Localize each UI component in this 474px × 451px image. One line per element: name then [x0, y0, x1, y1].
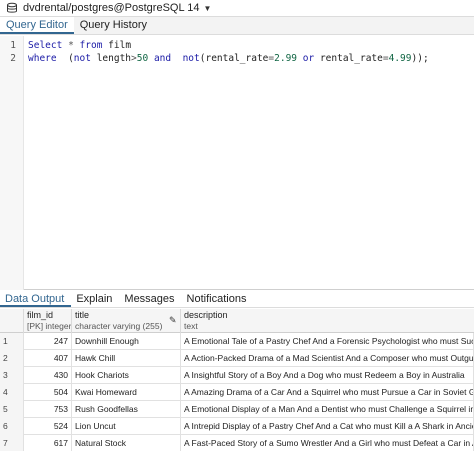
cell-description[interactable]: A Emotional Display of a Man And a Denti… [181, 401, 474, 418]
keyword: where [28, 53, 57, 64]
table-row[interactable]: 3 430 Hook Chariots A Insightful Story of a… [0, 367, 474, 384]
row-number[interactable]: 5 [0, 401, 24, 418]
identifier: rental_rate [319, 53, 383, 64]
cell-title[interactable]: Hook Chariots [72, 367, 181, 384]
cell-description[interactable]: A Amazing Drama of a Car And a Squirrel … [181, 384, 474, 401]
cell-film-id[interactable]: 504 [24, 384, 72, 401]
connection-title: dvdrental/postgres@PostgreSQL 14 [23, 2, 200, 14]
keyword: and [153, 53, 172, 64]
cell-description[interactable]: A Emotional Tale of a Pastry Chef And a … [181, 333, 474, 350]
cell-film-id[interactable]: 407 [24, 350, 72, 367]
keyword: not [73, 53, 91, 64]
output-tabs: Data Output Explain Messages Notificatio… [0, 291, 474, 308]
cell-title[interactable]: Hawk Chill [72, 350, 181, 367]
row-number-header [0, 309, 24, 333]
column-header-title[interactable]: title character varying (255) ✎ [72, 309, 181, 333]
tab-notifications[interactable]: Notifications [182, 291, 254, 307]
identifier: rental_rate [205, 53, 269, 64]
sql-editor[interactable]: 1 2 Select * from film where (not length… [0, 36, 474, 290]
cell-title[interactable]: Kwai Homeward [72, 384, 181, 401]
table-row[interactable]: 6 524 Lion Uncut A Intrepid Display of a Pa… [0, 418, 474, 435]
row-number[interactable]: 4 [0, 384, 24, 401]
cell-film-id[interactable]: 617 [24, 435, 72, 451]
number: 4.99 [388, 53, 412, 64]
operator: * [68, 40, 74, 51]
tab-data-output[interactable]: Data Output [0, 291, 72, 307]
results-grid[interactable]: film_id [PK] integer title character var… [0, 309, 474, 451]
table-row[interactable]: 4 504 Kwai Homeward A Amazing Drama of a Ca… [0, 384, 474, 401]
table-row[interactable]: 5 753 Rush Goodfellas A Emotional Display o… [0, 401, 474, 418]
cell-film-id[interactable]: 430 [24, 367, 72, 384]
punctuation: )); [411, 53, 429, 64]
code-line-1: Select * from film [28, 40, 131, 51]
table-row[interactable]: 7 617 Natural Stock A Fast-Paced Story of a… [0, 435, 474, 451]
row-number[interactable]: 6 [0, 418, 24, 435]
cell-title[interactable]: Rush Goodfellas [72, 401, 181, 418]
keyword: from [79, 40, 103, 51]
line-number: 1 [10, 40, 16, 51]
identifier: film [108, 40, 132, 51]
cell-title[interactable]: Downhill Enough [72, 333, 181, 350]
cell-film-id[interactable]: 247 [24, 333, 72, 350]
line-number-gutter: 1 2 [0, 36, 24, 290]
cell-title[interactable]: Lion Uncut [72, 418, 181, 435]
editor-tabs: Query Editor Query History [0, 17, 474, 35]
tab-explain[interactable]: Explain [71, 291, 119, 307]
row-number[interactable]: 7 [0, 435, 24, 451]
keyword: not [182, 53, 200, 64]
chevron-down-icon[interactable]: ▼ [203, 4, 211, 13]
cell-description[interactable]: A Fast-Paced Story of a Sumo Wrestler An… [181, 435, 474, 451]
edit-pencil-icon: ✎ [169, 315, 177, 325]
cell-description[interactable]: A Insightful Story of a Boy And a Dog wh… [181, 367, 474, 384]
tab-query-editor[interactable]: Query Editor [0, 17, 74, 34]
line-number: 2 [10, 53, 16, 64]
table-row[interactable]: 2 407 Hawk Chill A Action-Packed Drama of a… [0, 350, 474, 367]
number: 2.99 [274, 53, 298, 64]
row-number[interactable]: 2 [0, 350, 24, 367]
number: 50 [136, 53, 149, 64]
identifier: length [96, 53, 132, 64]
tab-query-history[interactable]: Query History [74, 17, 153, 34]
keyword: Select [28, 40, 63, 51]
column-header-description[interactable]: description text [181, 309, 474, 333]
tab-messages[interactable]: Messages [119, 291, 181, 307]
keyword: or [302, 53, 315, 64]
table-row[interactable]: 1 247 Downhill Enough A Emotional Tale of a… [0, 333, 474, 350]
row-number[interactable]: 1 [0, 333, 24, 350]
connection-bar[interactable]: dvdrental/postgres@PostgreSQL 14 ▼ [0, 0, 474, 17]
row-number[interactable]: 3 [0, 367, 24, 384]
column-header-film-id[interactable]: film_id [PK] integer [24, 309, 72, 333]
database-icon [6, 2, 18, 14]
cell-description[interactable]: A Action-Packed Drama of a Mad Scientist… [181, 350, 474, 367]
cell-description[interactable]: A Intrepid Display of a Pastry Chef And … [181, 418, 474, 435]
cell-film-id[interactable]: 524 [24, 418, 72, 435]
cell-film-id[interactable]: 753 [24, 401, 72, 418]
code-line-2: where (not length>50 and not(rental_rate… [28, 53, 429, 64]
cell-title[interactable]: Natural Stock [72, 435, 181, 451]
grid-header: film_id [PK] integer title character var… [0, 309, 474, 333]
